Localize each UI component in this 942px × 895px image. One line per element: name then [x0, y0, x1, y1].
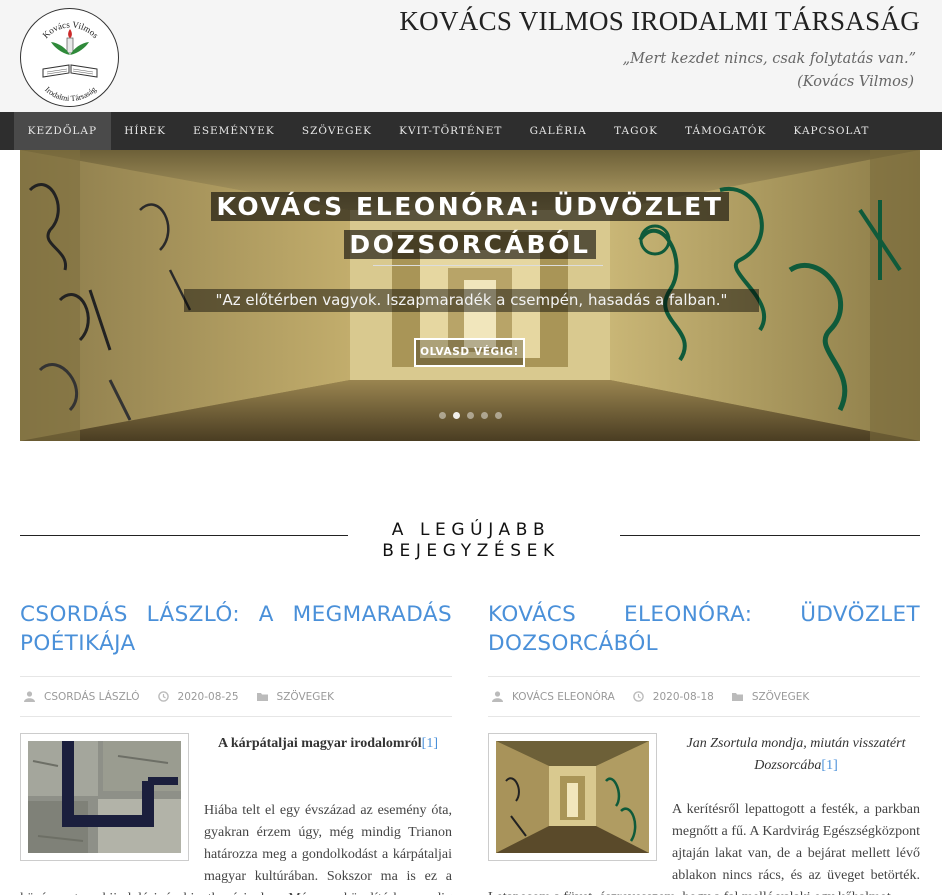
post-meta: CSORDÁS LÁSZLÓ 2020-08-25 SZÖVEGEK [20, 677, 452, 716]
clock-icon [632, 691, 644, 702]
post-title-line1[interactable]: KOVÁCS ELEONÓRA: ÜDVÖZLET [488, 602, 920, 627]
post-excerpt: Jan Zsortula mondja, miután visszatért D… [488, 733, 920, 895]
slider-dot-1[interactable] [439, 412, 446, 419]
main-nav: KEZDŐLAP HÍREK ESEMÉNYEK SZÖVEGEK KVIT-T… [0, 112, 942, 150]
slider-dot-4[interactable] [481, 412, 488, 419]
post-title-line2[interactable]: DOZSORCÁBÓL [488, 629, 920, 658]
post-divider [488, 716, 920, 717]
nav-item-esemenyek[interactable]: ESEMÉNYEK [180, 112, 289, 150]
clock-icon [157, 691, 169, 702]
post-divider [20, 716, 452, 717]
date-text: 2020-08-25 [177, 690, 239, 703]
nav-item-tagok[interactable]: TAGOK [600, 112, 671, 150]
read-more-button[interactable]: OLVASD VÉGIG! [414, 338, 525, 367]
post-title[interactable]: KOVÁCS ELEONÓRA: ÜDVÖZLET DOZSORCÁBÓL [488, 600, 920, 658]
post-card: CSORDÁS LÁSZLÓ: A MEGMARADÁS POÉTIKÁJA C… [20, 600, 452, 895]
slide-title[interactable]: KOVÁCS ELEONÓRA: ÜDVÖZLET DOZSORCÁBÓL [211, 192, 729, 259]
post-excerpt: A kárpátaljai magyar irodalomról[1] Hiáb… [20, 733, 452, 895]
slide-divider [373, 265, 603, 266]
nav-item-hirek[interactable]: HÍREK [111, 112, 180, 150]
post-date: 2020-08-18 [629, 691, 714, 703]
post-author: CSORDÁS LÁSZLÓ [20, 691, 140, 703]
slider-dot-2[interactable] [453, 412, 460, 419]
site-title[interactable]: KOVÁCS VILMOS IRODALMI TÁRSASÁG [399, 6, 920, 37]
subtitle-text: A kárpátaljai magyar irodalomról [218, 736, 422, 751]
post-date: 2020-08-25 [154, 691, 239, 703]
folder-icon [731, 693, 743, 701]
slider-dot-5[interactable] [495, 412, 502, 419]
author-link[interactable]: CSORDÁS LÁSZLÓ [44, 691, 140, 703]
logo-text-bottom: Irodalmi Társaság [43, 85, 98, 103]
footnote-link[interactable]: [1] [821, 758, 837, 773]
post-thumbnail[interactable] [488, 733, 657, 861]
post-title[interactable]: CSORDÁS LÁSZLÓ: A MEGMARADÁS POÉTIKÁJA [20, 600, 452, 658]
slide-title-container: KOVÁCS ELEONÓRA: ÜDVÖZLET DOZSORCÁBÓL [20, 188, 920, 264]
subtitle-text: Jan Zsortula mondja, miután visszatért D… [686, 736, 906, 773]
author-link[interactable]: KOVÁCS ELEONÓRA [512, 691, 615, 703]
post-meta: KOVÁCS ELEONÓRA 2020-08-18 SZÖVEGEK [488, 677, 920, 716]
category-link[interactable]: SZÖVEGEK [277, 691, 334, 703]
post-card: KOVÁCS ELEONÓRA: ÜDVÖZLET DOZSORCÁBÓL KO… [488, 600, 920, 895]
post-title-line2[interactable]: POÉTIKÁJA [20, 629, 452, 658]
post-title-line1[interactable]: CSORDÁS LÁSZLÓ: A MEGMARADÁS [20, 602, 452, 627]
post-category: SZÖVEGEK [253, 691, 334, 703]
post-category: SZÖVEGEK [728, 691, 809, 703]
footnote-link[interactable]: [1] [422, 736, 438, 751]
section-line-left [20, 535, 348, 536]
section-line-right [620, 535, 920, 536]
slider-dots [439, 412, 502, 419]
nav-item-galeria[interactable]: GALÉRIA [516, 112, 600, 150]
site-logo[interactable]: Kovács Vilmos Irodalmi Társaság [20, 8, 119, 107]
hero-slider[interactable]: KOVÁCS ELEONÓRA: ÜDVÖZLET DOZSORCÁBÓL "A… [20, 150, 920, 441]
nav-item-kezdolap[interactable]: KEZDŐLAP [14, 112, 111, 150]
nav-item-szovegek[interactable]: SZÖVEGEK [288, 112, 385, 150]
motto-quote: „Mert kezdet nincs, csak folytatás van.” [622, 51, 916, 67]
slider-dot-3[interactable] [467, 412, 474, 419]
post-author: KOVÁCS ELEONÓRA [488, 691, 615, 703]
nav-item-kapcsolat[interactable]: KAPCSOLAT [780, 112, 883, 150]
date-text: 2020-08-18 [652, 690, 714, 703]
motto-author: (Kovács Vilmos) [797, 74, 914, 90]
site-header: Kovács Vilmos Irodalmi Társaság KOVÁCS V… [0, 0, 942, 112]
nav-item-tamogatok[interactable]: TÁMOGATÓK [672, 112, 780, 150]
slide-quote: "Az előtérben vagyok. Iszapmaradék a cse… [184, 289, 759, 312]
post-thumbnail[interactable] [20, 733, 189, 861]
svg-text:Irodalmi Társaság: Irodalmi Társaság [43, 85, 98, 103]
user-icon [492, 691, 503, 702]
user-icon [24, 691, 35, 702]
category-link[interactable]: SZÖVEGEK [752, 691, 809, 703]
folder-icon [256, 693, 268, 701]
motto: „Mert kezdet nincs, csak folytatás van.”… [623, 48, 916, 94]
nav-item-kvit-tortenet[interactable]: KVIT-TÖRTÉNET [386, 112, 516, 150]
section-title: A LEGÚJABB BEJEGYZÉSEK [382, 520, 560, 561]
